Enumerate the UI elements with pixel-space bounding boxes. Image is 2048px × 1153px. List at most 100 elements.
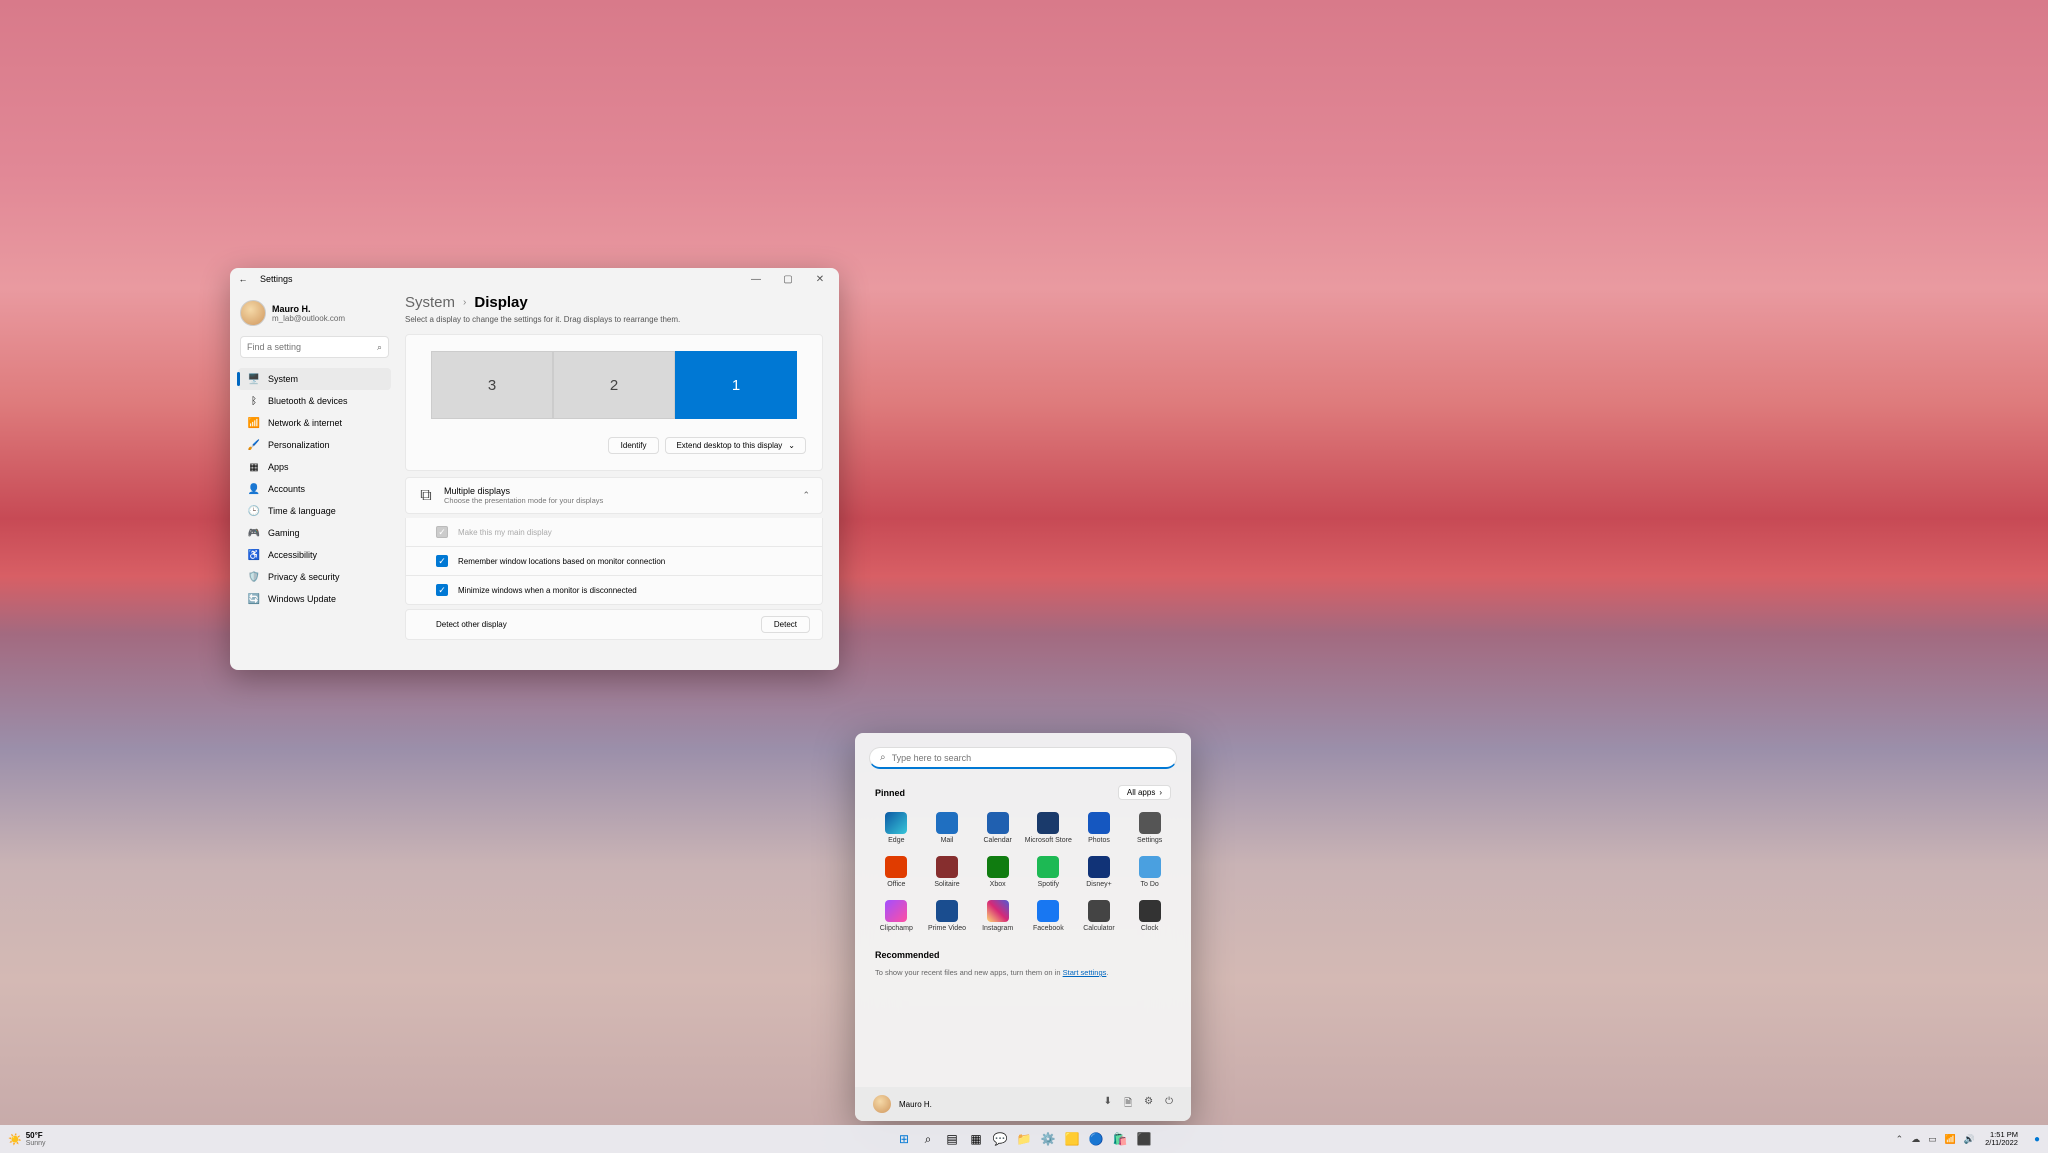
settings-icon[interactable]: ⚙ [1144,1096,1153,1113]
task-view-icon[interactable]: ▤ [942,1129,962,1149]
breadcrumb-root[interactable]: System [405,294,455,311]
app-to-do[interactable]: To Do [1124,852,1175,892]
nav-item-personalization[interactable]: 🖌️Personalization [238,434,391,456]
app-office[interactable]: Office [871,852,922,892]
nav-label: Accounts [268,484,305,494]
downloads-icon[interactable]: ⬇ [1104,1096,1112,1113]
user-profile[interactable]: Mauro H. m_lab@outlook.com [234,296,395,336]
network-icon[interactable]: 📶 [1945,1134,1956,1145]
nav-item-apps[interactable]: ▦Apps [238,456,391,478]
recommended-text-body: To show your recent files and new apps, … [875,968,1063,977]
display-3[interactable]: 3 [431,351,553,419]
nav-icon: 🕒 [248,505,260,517]
search-icon[interactable]: ⌕ [918,1129,938,1149]
nav-item-time-language[interactable]: 🕒Time & language [238,500,391,522]
tray-chevron-icon[interactable]: ⌃ [1896,1134,1904,1145]
app-icon [1088,812,1110,834]
nav-item-privacy-security[interactable]: 🛡️Privacy & security [238,566,391,588]
multiple-displays-group[interactable]: ⧉ Multiple displays Choose the presentat… [405,477,823,514]
app-icon [885,900,907,922]
explorer-icon[interactable]: 📁 [1014,1129,1034,1149]
maximize-button[interactable]: ▢ [781,274,795,285]
display-hint: Select a display to change the settings … [405,315,823,324]
start-search[interactable]: ⌕ [869,747,1177,769]
display-1[interactable]: 1 [675,351,797,419]
app-facebook[interactable]: Facebook [1023,896,1074,936]
app-settings[interactable]: Settings [1124,808,1175,848]
weather-widget[interactable]: ☀️ 50°F Sunny [8,1132,46,1147]
app-edge[interactable]: Edge [871,808,922,848]
app-mail[interactable]: Mail [922,808,973,848]
teams-icon[interactable]: ▭ [1928,1134,1937,1145]
app-label: Edge [888,837,904,844]
app-icon [1088,856,1110,878]
power-icon[interactable]: ⏻ [1165,1096,1173,1113]
all-apps-button[interactable]: All apps › [1118,785,1171,800]
app-prime-video[interactable]: Prime Video [922,896,973,936]
app-icon [1139,812,1161,834]
app-spotify[interactable]: Spotify [1023,852,1074,892]
app-label: Calculator [1083,925,1115,932]
widgets-icon[interactable]: ▦ [966,1129,986,1149]
minimize-button[interactable]: — [749,274,763,285]
app-icon [885,812,907,834]
app-label: Prime Video [928,925,966,932]
app-icon [1037,856,1059,878]
detect-button[interactable]: Detect [761,616,810,633]
app-xbox[interactable]: Xbox [972,852,1023,892]
chat-icon[interactable]: 💬 [990,1129,1010,1149]
app-clipchamp[interactable]: Clipchamp [871,896,922,936]
nav-item-gaming[interactable]: 🎮Gaming [238,522,391,544]
settings-icon[interactable]: ⚙️ [1038,1129,1058,1149]
footer-user[interactable]: Mauro H. [873,1095,932,1113]
recommended-title: Recommended [875,950,1171,960]
back-button[interactable]: ← [236,272,250,286]
remember-checkbox[interactable]: ✓ [436,555,448,567]
nav-item-bluetooth-devices[interactable]: ᛒBluetooth & devices [238,390,391,412]
nav-item-accessibility[interactable]: ♿Accessibility [238,544,391,566]
app-calendar[interactable]: Calendar [972,808,1023,848]
app-instagram[interactable]: Instagram [972,896,1023,936]
window-controls: — ▢ ✕ [749,274,833,285]
volume-icon[interactable]: 🔊 [1964,1134,1975,1145]
extend-dropdown[interactable]: Extend desktop to this display ⌄ [665,437,806,454]
app-microsoft-store[interactable]: Microsoft Store [1023,808,1074,848]
settings-main: System › Display Select a display to cha… [395,290,839,670]
app-photos[interactable]: Photos [1074,808,1125,848]
minimize-checkbox[interactable]: ✓ [436,584,448,596]
start-button[interactable]: ⊞ [894,1129,914,1149]
search-input[interactable] [247,342,377,352]
documents-icon[interactable]: 🗎 [1124,1096,1132,1113]
clock[interactable]: 1:51 PM 2/11/2022 [1985,1131,2018,1148]
app-disney-[interactable]: Disney+ [1074,852,1125,892]
identify-button[interactable]: Identify [608,437,660,454]
app-label: Photos [1088,837,1110,844]
store-icon[interactable]: 🛍️ [1110,1129,1130,1149]
nav-icon: ᛒ [248,395,260,407]
notifications-icon[interactable]: ● [2034,1134,2040,1145]
start-settings-link[interactable]: Start settings [1063,968,1107,977]
nav-item-network-internet[interactable]: 📶Network & internet [238,412,391,434]
app-label: To Do [1141,881,1159,888]
app-calculator[interactable]: Calculator [1074,896,1125,936]
app-clock[interactable]: Clock [1124,896,1175,936]
terminal-icon[interactable]: ⬛ [1134,1129,1154,1149]
footer-user-name: Mauro H. [899,1100,932,1109]
taskbar-app-icon[interactable]: 🟨 [1062,1129,1082,1149]
user-email: m_lab@outlook.com [272,314,345,323]
onedrive-icon[interactable]: ☁ [1911,1134,1920,1145]
minimize-label: Minimize windows when a monitor is disco… [458,586,637,595]
settings-search[interactable]: ⌕ [240,336,389,358]
nav-item-accounts[interactable]: 👤Accounts [238,478,391,500]
edge-icon[interactable]: 🔵 [1086,1129,1106,1149]
displays-row[interactable]: 321 [422,351,806,419]
close-button[interactable]: ✕ [813,274,827,285]
nav-item-windows-update[interactable]: 🔄Windows Update [238,588,391,610]
display-arrangement-card: 321 Identify Extend desktop to this disp… [405,334,823,471]
display-2[interactable]: 2 [553,351,675,419]
nav-item-system[interactable]: 🖥️System [238,368,391,390]
start-search-input[interactable] [892,753,1166,763]
nav-icon: ▦ [248,461,260,473]
recommended-text: To show your recent files and new apps, … [875,968,1171,977]
app-solitaire[interactable]: Solitaire [922,852,973,892]
